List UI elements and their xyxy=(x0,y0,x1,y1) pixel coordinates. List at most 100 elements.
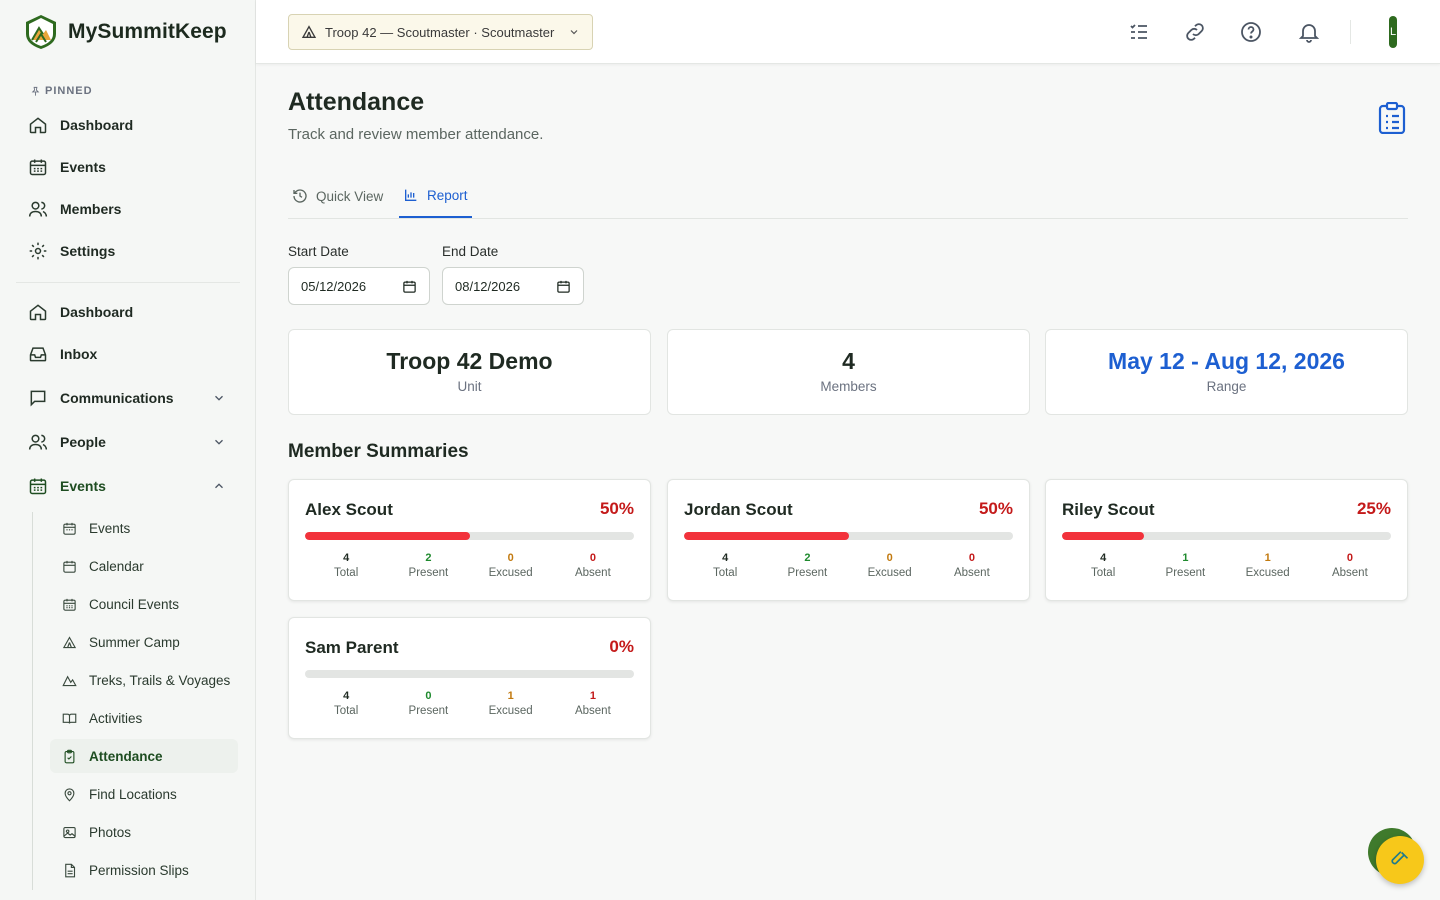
sidebar-item-events[interactable]: Events xyxy=(16,468,238,504)
pinned-item-members[interactable]: Members xyxy=(16,191,238,227)
subnav-council-events[interactable]: Council Events xyxy=(50,587,238,621)
subnav-events[interactable]: Events xyxy=(50,511,238,545)
member-card: Alex Scout 50% 4 Total 2 Present 0 Excused … xyxy=(288,479,651,601)
stat-number: 0 xyxy=(589,552,596,564)
stat-excused: 0 Excused xyxy=(850,552,930,579)
stat-caption: Total xyxy=(712,567,738,579)
stat-value: 4 xyxy=(842,348,855,374)
member-stats: 4 Total 2 Present 0 Excused 0 Absent xyxy=(684,552,1013,579)
subnav-label: Calendar xyxy=(89,558,144,574)
brand[interactable]: MySummitKeep xyxy=(24,14,227,50)
stat-excused: 1 Excused xyxy=(471,690,551,717)
start-date-label: Start Date xyxy=(288,244,349,259)
stat-total: 4 Total xyxy=(685,552,765,579)
stat-number: 2 xyxy=(425,552,432,564)
member-name: Sam Parent xyxy=(305,638,399,657)
subnav-activities[interactable]: Activities xyxy=(50,701,238,735)
stat-excused: 0 Excused xyxy=(471,552,551,579)
stat-number: 4 xyxy=(343,552,350,564)
tab-label: Report xyxy=(427,187,468,203)
nav-label: People xyxy=(60,434,106,450)
subnav-photos[interactable]: Photos xyxy=(50,815,238,849)
stat-number: 0 xyxy=(425,690,432,702)
stat-caption: Total xyxy=(333,567,359,579)
sidebar-divider xyxy=(16,282,240,283)
stat-number: 0 xyxy=(886,552,893,564)
checklist-icon[interactable] xyxy=(1127,20,1151,44)
stat-present: 2 Present xyxy=(388,552,468,579)
stat-value: Troop 42 Demo xyxy=(386,348,553,374)
subnav-permission-slips[interactable]: Permission Slips xyxy=(50,853,238,887)
book-icon xyxy=(62,713,77,724)
stat-absent: 0 Absent xyxy=(1310,552,1390,579)
history-icon xyxy=(293,189,307,203)
member-card: Riley Scout 25% 4 Total 1 Present 1 Excused… xyxy=(1045,479,1408,601)
page-title: Attendance xyxy=(288,88,425,116)
end-date-input[interactable]: 08/12/2026 xyxy=(442,267,584,305)
gear-icon xyxy=(29,242,47,260)
calendar-icon[interactable] xyxy=(556,279,571,294)
stat-absent: 1 Absent xyxy=(553,690,633,717)
nav-label: Dashboard xyxy=(60,304,134,320)
stat-excused: 1 Excused xyxy=(1228,552,1308,579)
stat-number: 1 xyxy=(1264,552,1271,564)
pinned-item-dashboard[interactable]: Dashboard xyxy=(16,107,238,143)
stat-label: Members xyxy=(820,379,877,394)
stat-absent: 0 Absent xyxy=(932,552,1012,579)
stat-caption: Present xyxy=(408,567,449,579)
calendar-grid-icon xyxy=(63,598,76,611)
pinned-item-events[interactable]: Events xyxy=(16,149,238,185)
member-percent: 50% xyxy=(978,499,1013,518)
subnav-attendance[interactable]: Attendance xyxy=(50,739,238,773)
stat-caption: Present xyxy=(1165,567,1206,579)
bell-icon[interactable] xyxy=(1297,20,1321,44)
subnav-treks[interactable]: Treks, Trails & Voyages xyxy=(50,663,238,697)
nav-label: Members xyxy=(60,201,122,217)
help-icon[interactable] xyxy=(1239,20,1263,44)
home-icon xyxy=(29,117,47,134)
nav-label: Dashboard xyxy=(60,117,134,133)
logo-icon xyxy=(26,15,56,49)
chevron-down-icon xyxy=(215,395,223,401)
subnav-label: Events xyxy=(89,520,131,536)
stat-caption: Absent xyxy=(953,567,990,579)
stat-number: 4 xyxy=(343,690,350,702)
sidebar-item-inbox[interactable]: Inbox xyxy=(16,336,238,372)
stat-number: 0 xyxy=(1346,552,1353,564)
avatar-initial: L xyxy=(1389,26,1397,38)
submenu-line xyxy=(32,512,33,890)
subnav-find-locations[interactable]: Find Locations xyxy=(50,777,238,811)
document-icon xyxy=(65,863,76,877)
calendar-icon[interactable] xyxy=(402,279,417,294)
start-date-input[interactable]: 05/12/2026 xyxy=(288,267,430,305)
member-summaries-title: Member Summaries xyxy=(288,441,469,462)
feedback-fab[interactable] xyxy=(1376,836,1424,884)
sidebar: MySummitKeep PINNED Dashboard Events Mem… xyxy=(0,0,256,900)
member-stats: 4 Total 2 Present 0 Excused 0 Absent xyxy=(305,552,634,579)
stat-value: May 12 - Aug 12, 2026 xyxy=(1108,348,1345,374)
header-divider xyxy=(1350,20,1351,44)
chevron-up-icon xyxy=(215,483,223,489)
subnav-label: Permission Slips xyxy=(89,862,189,878)
tab-quick-view[interactable]: Quick View xyxy=(292,174,383,218)
pinned-item-settings[interactable]: Settings xyxy=(16,233,238,269)
tent-icon xyxy=(62,635,77,648)
sidebar-item-communications[interactable]: Communications xyxy=(16,380,238,416)
avatar[interactable]: L xyxy=(1389,16,1397,48)
members-summary-card: 4 Members xyxy=(667,329,1030,415)
sidebar-item-dashboard[interactable]: Dashboard xyxy=(16,294,238,330)
stat-present: 2 Present xyxy=(767,552,847,579)
stat-label: Unit xyxy=(457,379,482,394)
stat-caption: Present xyxy=(408,705,449,717)
sidebar-item-people[interactable]: People xyxy=(16,424,238,460)
subnav-calendar[interactable]: Calendar xyxy=(50,549,238,583)
start-date-value: 05/12/2026 xyxy=(301,278,367,294)
end-date-value: 08/12/2026 xyxy=(455,278,521,294)
member-name: Jordan Scout xyxy=(684,500,793,519)
link-icon[interactable] xyxy=(1183,20,1207,44)
tab-report[interactable]: Report xyxy=(399,174,472,218)
stat-present: 1 Present xyxy=(1145,552,1225,579)
unit-selector[interactable]: Troop 42 — Scoutmaster · Scoutmaster xyxy=(288,14,593,50)
subnav-summer-camp[interactable]: Summer Camp xyxy=(50,625,238,659)
attendance-progress xyxy=(1062,532,1391,540)
